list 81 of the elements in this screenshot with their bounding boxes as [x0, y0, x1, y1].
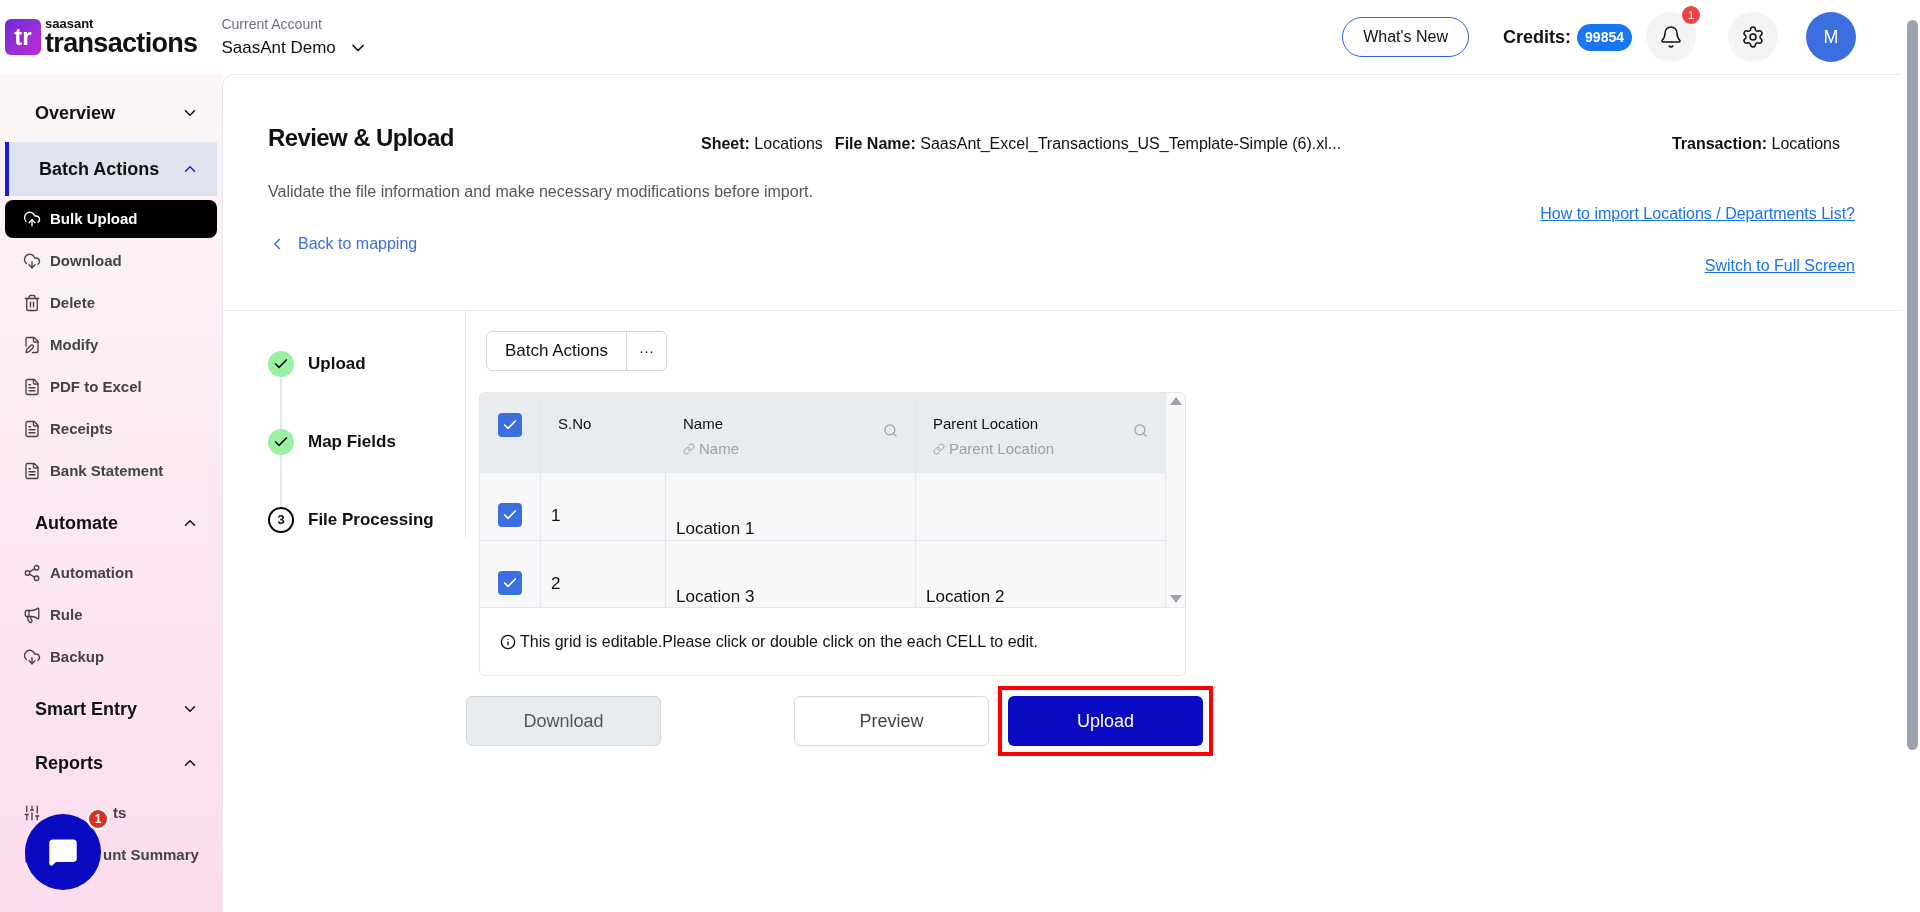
- table-cell[interactable]: Location 3: [676, 587, 755, 606]
- table-cell[interactable]: 2: [551, 574, 561, 593]
- document-icon: [23, 462, 41, 480]
- help-link[interactable]: Switch to Full Screen: [1704, 254, 1855, 278]
- more-button[interactable]: ···: [627, 332, 666, 370]
- sidebar-section[interactable]: Overview: [5, 86, 217, 140]
- credits-count: 99854: [1577, 23, 1632, 51]
- sidebar-item[interactable]: Bulk Upload: [5, 200, 217, 238]
- file-meta: Sheet: Locations: [701, 134, 823, 154]
- logo-subtitle: saasant: [45, 17, 95, 30]
- column-title: Parent Location: [933, 414, 1040, 434]
- table-cell[interactable]: Location 1: [676, 519, 755, 538]
- logo-mark: tr: [5, 19, 41, 55]
- sidebar-section[interactable]: Reports: [5, 736, 217, 790]
- sidebar-item[interactable]: Download: [5, 242, 217, 280]
- help-link[interactable]: How to import Locations / Departments List?: [1540, 202, 1855, 226]
- step-label: Upload: [308, 353, 366, 376]
- sidebar-item[interactable]: Delete: [5, 284, 217, 322]
- user-avatar[interactable]: M: [1806, 12, 1856, 62]
- chat-icon: [48, 837, 78, 867]
- search-icon[interactable]: [883, 423, 898, 438]
- bell-icon: [1659, 25, 1683, 49]
- file-meta: File Name: SaasAnt_Excel_Transactions_US_Template-Simple (6).xl...: [834, 134, 1342, 154]
- column-title: Name: [683, 414, 724, 434]
- sidebar-item[interactable]: Rule: [5, 596, 217, 634]
- step-label: File Processing: [308, 509, 434, 532]
- cloud-download-icon: [23, 252, 41, 270]
- megaphone-icon: [23, 606, 41, 624]
- cloud-upload-icon: [23, 210, 41, 228]
- column-header[interactable]: S.No: [541, 393, 666, 473]
- page-scrollbar[interactable]: [1907, 20, 1918, 750]
- link-icon: [933, 442, 945, 455]
- column-header[interactable]: Parent Location Parent Location: [916, 393, 1166, 473]
- share-icon: [23, 564, 41, 582]
- transaction-type: Transaction: Locations: [1671, 134, 1840, 154]
- sidebar-item[interactable]: Receipts: [5, 410, 217, 448]
- link-icon: [683, 442, 695, 455]
- sidebar-section[interactable]: Batch Actions: [5, 142, 217, 196]
- file-pen-icon: [23, 336, 41, 354]
- sidebar-item[interactable]: Automation: [5, 554, 217, 592]
- mapped-field: Name: [683, 437, 739, 460]
- step-label: Map Fields: [308, 431, 396, 454]
- sidebar-item[interactable]: Bank Statement: [5, 452, 217, 490]
- checkbox[interactable]: [498, 413, 522, 437]
- download-button[interactable]: Download: [466, 696, 661, 746]
- checkbox[interactable]: [498, 503, 522, 527]
- sidebar-item[interactable]: Backup: [5, 638, 217, 676]
- column-header[interactable]: Name Name: [666, 393, 916, 473]
- settings-button[interactable]: [1728, 12, 1778, 62]
- sidebar-item[interactable]: PDF to Excel: [5, 368, 217, 406]
- grid-note: This grid is editable.Please click or double click on the each CELL to edit.: [520, 631, 1038, 652]
- table-cell[interactable]: Location 2: [926, 587, 1005, 606]
- preview-button[interactable]: Preview: [794, 696, 989, 746]
- trash-icon: [23, 294, 41, 312]
- account-selector[interactable]: SaasAnt Demo: [221, 34, 368, 61]
- document-icon: [23, 420, 41, 438]
- cloud-download-icon: [23, 648, 41, 666]
- checkbox[interactable]: [498, 571, 522, 595]
- search-icon[interactable]: [1133, 423, 1148, 438]
- sliders-icon: [23, 804, 41, 822]
- column-title: S.No: [558, 414, 592, 434]
- scroll-up-icon[interactable]: [1169, 397, 1182, 405]
- page-title: Review & Upload: [268, 123, 455, 153]
- sidebar-section[interactable]: Smart Entry: [5, 682, 217, 736]
- settings-icon: [1741, 25, 1765, 49]
- table-cell[interactable]: 1: [551, 506, 561, 525]
- batch-actions-button[interactable]: Batch Actions: [487, 332, 627, 370]
- page-description: Validate the file information and make necessary modifications before import.: [268, 182, 813, 202]
- document-icon: [23, 378, 41, 396]
- sidebar-section[interactable]: Automate: [5, 496, 217, 550]
- sidebar-item[interactable]: Modify: [5, 326, 217, 364]
- upload-button[interactable]: Upload: [1008, 696, 1203, 746]
- notifications-button[interactable]: [1646, 12, 1696, 62]
- logo-title: transactions: [45, 30, 198, 57]
- step-number: 3: [268, 507, 294, 533]
- notification-count: 1: [1682, 6, 1700, 24]
- mapped-field: Parent Location: [933, 437, 1055, 460]
- back-link[interactable]: Back to mapping: [268, 232, 813, 256]
- account-label: Current Account: [221, 14, 323, 34]
- credits-label: Credits:: [1503, 25, 1572, 49]
- info-icon: [500, 633, 516, 650]
